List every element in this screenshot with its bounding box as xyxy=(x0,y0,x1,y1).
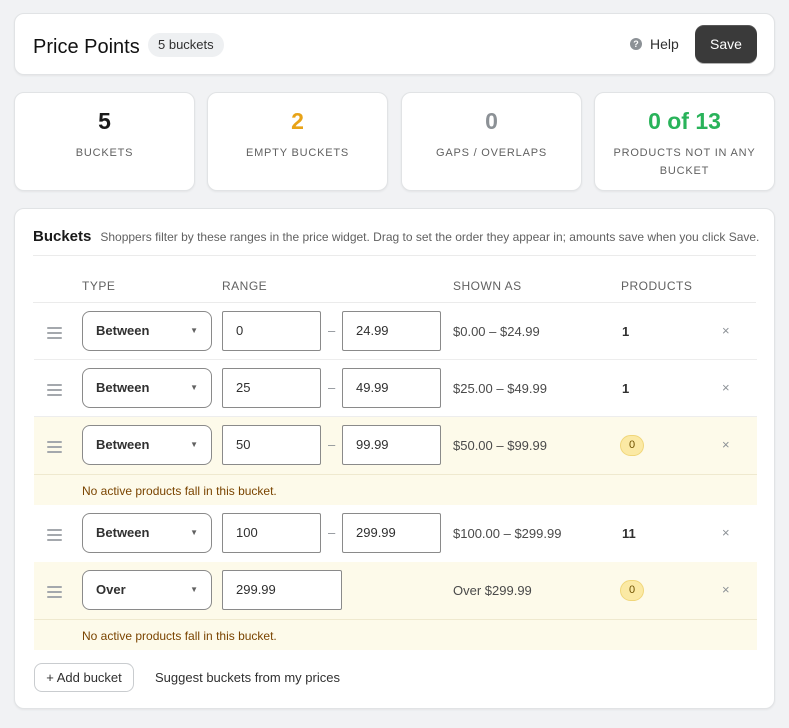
row-divider xyxy=(34,619,757,620)
chevron-down-icon: ▼ xyxy=(190,383,198,392)
range-min-input[interactable]: 299.99 xyxy=(222,570,342,610)
page-header: Price Points 5 buckets ? Help Save xyxy=(14,13,775,75)
delete-bucket-icon[interactable]: × xyxy=(722,525,730,540)
range-dash: – xyxy=(328,525,336,540)
product-count: 11 xyxy=(622,526,636,541)
range-max-input[interactable]: 299.99 xyxy=(342,513,441,553)
bucket-type-select[interactable]: Between ▼ xyxy=(82,368,212,408)
shown-as-text: $0.00 – $24.99 xyxy=(453,324,540,339)
stat-label: EMPTY BUCKETS xyxy=(245,147,350,159)
question-circle-icon: ? xyxy=(630,38,642,50)
drag-handle-icon[interactable] xyxy=(47,384,62,399)
page-title: Price Points xyxy=(33,36,140,58)
suggest-buckets-link[interactable]: Suggest buckets from my prices xyxy=(155,670,340,685)
bucket-row: Between ▼ 25 – 49.99 $25.00 – $49.99 1 × xyxy=(34,360,757,417)
delete-bucket-icon[interactable]: × xyxy=(722,582,730,597)
range-dash: – xyxy=(328,437,336,452)
empty-bucket-note: No active products fall in this bucket. xyxy=(82,629,277,643)
bucket-type-select[interactable]: Between ▼ xyxy=(82,513,212,553)
stat-value: 0 of 13 xyxy=(648,108,721,134)
stat-card-empty-buckets: 2 EMPTY BUCKETS xyxy=(207,92,388,191)
buckets-heading: Buckets Shoppers filter by these ranges … xyxy=(33,228,759,245)
range-min-input[interactable]: 100 xyxy=(222,513,321,553)
select-value: Between xyxy=(96,525,150,540)
buckets-title: Buckets xyxy=(33,228,92,245)
delete-bucket-icon[interactable]: × xyxy=(722,380,730,395)
product-count: 1 xyxy=(622,324,630,339)
chevron-down-icon: ▼ xyxy=(190,440,198,449)
product-count: 1 xyxy=(622,381,630,396)
drag-handle-icon[interactable] xyxy=(47,327,62,342)
bucket-row: Between ▼ 0 – 24.99 $0.00 – $24.99 1 × xyxy=(34,303,757,360)
chevron-down-icon: ▼ xyxy=(190,528,198,537)
column-header-range: RANGE xyxy=(222,279,268,293)
help-link[interactable]: ? Help xyxy=(630,36,679,52)
shown-as-text: $50.00 – $99.99 xyxy=(453,438,547,453)
shown-as-text: $25.00 – $49.99 xyxy=(453,381,547,396)
add-bucket-button[interactable]: + Add bucket xyxy=(34,663,134,692)
empty-count-badge: 0 xyxy=(620,580,644,601)
range-min-input[interactable]: 25 xyxy=(222,368,321,408)
range-max-input[interactable]: 24.99 xyxy=(342,311,441,351)
range-max-input[interactable]: 49.99 xyxy=(342,368,441,408)
stat-value: 5 xyxy=(98,108,111,134)
range-max-input[interactable]: 99.99 xyxy=(342,425,441,465)
drag-handle-icon[interactable] xyxy=(47,441,62,456)
drag-handle-icon[interactable] xyxy=(47,586,62,601)
empty-bucket-note: No active products fall in this bucket. xyxy=(82,484,277,498)
row-divider xyxy=(34,474,757,475)
bucket-row-empty: Over ▼ 299.99 Over $299.99 0 × No active… xyxy=(34,562,757,650)
buckets-subtitle: Shoppers filter by these ranges in the p… xyxy=(100,230,760,244)
stat-label: PRODUCTS NOT IN ANY BUCKET xyxy=(613,147,756,177)
select-value: Between xyxy=(96,437,150,452)
help-label: Help xyxy=(650,36,679,52)
chevron-down-icon: ▼ xyxy=(190,326,198,335)
divider xyxy=(33,255,756,256)
bucket-type-select[interactable]: Between ▼ xyxy=(82,311,212,351)
stat-card-buckets: 5 BUCKETS xyxy=(14,92,195,191)
delete-bucket-icon[interactable]: × xyxy=(722,437,730,452)
column-header-shown-as: SHOWN AS xyxy=(453,279,522,293)
select-value: Over xyxy=(96,582,126,597)
select-value: Between xyxy=(96,323,150,338)
shown-as-text: $100.00 – $299.99 xyxy=(453,526,562,541)
range-dash: – xyxy=(328,380,336,395)
bucket-row-empty: Between ▼ 50 – 99.99 $50.00 – $99.99 0 ×… xyxy=(34,417,757,505)
chevron-down-icon: ▼ xyxy=(190,585,198,594)
empty-count-badge: 0 xyxy=(620,435,644,456)
stat-label: BUCKETS xyxy=(75,147,134,159)
bucket-type-select[interactable]: Between ▼ xyxy=(82,425,212,465)
drag-handle-icon[interactable] xyxy=(47,529,62,544)
range-min-input[interactable]: 0 xyxy=(222,311,321,351)
stat-card-products-not-in-bucket: 0 of 13 PRODUCTS NOT IN ANY BUCKET xyxy=(594,92,775,191)
shown-as-text: Over $299.99 xyxy=(453,583,532,598)
save-button[interactable]: Save xyxy=(695,25,757,63)
bucket-count-badge: 5 buckets xyxy=(148,33,224,57)
select-value: Between xyxy=(96,380,150,395)
column-header-products: PRODUCTS xyxy=(621,279,693,293)
range-dash: – xyxy=(328,323,336,338)
column-header-type: TYPE xyxy=(82,279,116,293)
stat-value: 2 xyxy=(291,108,304,134)
bucket-type-select[interactable]: Over ▼ xyxy=(82,570,212,610)
delete-bucket-icon[interactable]: × xyxy=(722,323,730,338)
stat-label: GAPS / OVERLAPS xyxy=(435,147,548,159)
buckets-panel: Buckets Shoppers filter by these ranges … xyxy=(14,208,775,709)
range-min-input[interactable]: 50 xyxy=(222,425,321,465)
stat-value: 0 xyxy=(485,108,498,134)
stat-card-gaps-overlaps: 0 GAPS / OVERLAPS xyxy=(401,92,582,191)
bucket-row: Between ▼ 100 – 299.99 $100.00 – $299.99… xyxy=(34,505,757,562)
